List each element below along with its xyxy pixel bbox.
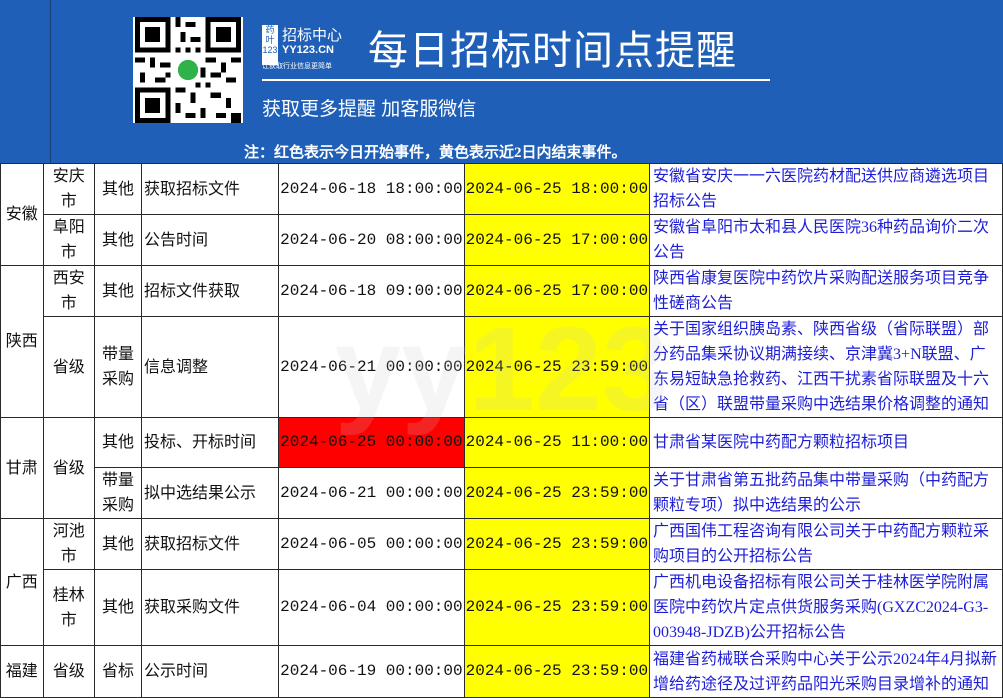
end-time-cell: 2024-06-25 23:59:00 [463,316,651,418]
province-cell: 甘肃 [0,417,44,519]
city-cell: 桂林市 [42,569,95,646]
type-cell: 省标 [93,645,142,698]
type-cell: 其他 [93,265,142,317]
end-time-cell: 2024-06-25 18:00:00 [463,163,651,215]
table-row: 带量采购 拟中选结果公示 2024-06-21 00:00:00 2024-06… [1,467,1003,519]
type-cell: 其他 [93,163,142,215]
end-time-cell: 2024-06-25 23:59:00 [463,645,651,698]
start-time-cell: 2024-06-21 00:00:00 [278,316,465,418]
start-time-cell: 2024-06-21 00:00:00 [278,467,465,519]
project-link[interactable]: 陕西省康复医院中药饮片采购配送服务项目竞争性磋商公告 [649,265,1003,317]
start-time-cell: 2024-06-25 00:00:00 [278,417,465,468]
start-time-cell: 2024-06-18 18:00:00 [278,163,465,215]
city-cell: 阜阳市 [42,214,95,266]
end-time-cell: 2024-06-25 17:00:00 [463,214,651,266]
city-cell: 安庆市 [42,163,95,215]
start-time-cell: 2024-06-04 00:00:00 [278,569,465,646]
province-cell: 广西 [0,518,44,646]
type-cell: 其他 [93,518,142,570]
table-row: 阜阳市 其他 公告时间 2024-06-20 08:00:00 2024-06-… [1,214,1003,266]
brand-slogan: 让获取行业信息更简单 [262,63,332,70]
province-cell: 安徽 [0,163,44,266]
start-time-cell: 2024-06-19 00:00:00 [278,645,465,698]
province-cell: 陕西 [0,265,44,418]
project-link[interactable]: 广西机电设备招标有限公司关于桂林医学院附属医院中药饮片定点供货服务采购(GXZC… [649,569,1003,646]
legend-note: 注：红色表示今日开始事件，黄色表示近2日内结束事件。 [244,145,627,161]
brand-domain: YY123.CN [282,44,334,56]
brand-name: 招标中心 [282,27,343,44]
start-time-cell: 2024-06-20 08:00:00 [278,214,465,266]
type-cell: 其他 [93,569,142,646]
table-row: 安徽 安庆市 其他 获取招标文件 2024-06-18 18:00:00 202… [0,163,1003,266]
end-time-cell: 2024-06-25 17:00:00 [463,265,651,317]
type-cell: 带量采购 [93,467,142,519]
table-row: 广西 河池市 其他 获取招标文件 2024-06-05 00:00:00 202… [0,518,1003,646]
project-link[interactable]: 关于国家组织胰岛素、陕西省级（省际联盟）部分药品集采协议期满接续、京津冀3+N联… [649,316,1003,418]
project-link[interactable]: 甘肃省某医院中药配方颗粒招标项目 [649,417,1003,468]
start-time-cell: 2024-06-05 00:00:00 [278,518,465,570]
end-time-cell: 2024-06-25 23:59:00 [463,569,651,646]
event-cell: 信息调整 [140,316,280,418]
city-cell: 河池市 [42,518,95,570]
event-cell: 获取招标文件 [140,518,280,570]
title-underline [262,79,770,81]
start-time-cell: 2024-06-18 09:00:00 [278,265,465,317]
type-cell: 其他 [93,417,142,468]
project-link[interactable]: 广西国伟工程咨询有限公司关于中药配方颗粒采购项目的公开招标公告 [649,518,1003,570]
end-time-cell: 2024-06-25 11:00:00 [463,417,651,468]
project-link[interactable]: 安徽省阜阳市太和县人民医院36种药品询价二次公告 [649,214,1003,266]
project-link[interactable]: 安徽省安庆一一六医院药材配送供应商遴选项目招标公告 [649,163,1003,215]
event-cell: 公告时间 [140,214,280,266]
end-time-cell: 2024-06-25 23:59:00 [463,518,651,570]
wechat-qr-code [133,17,243,123]
project-link[interactable]: 福建省药械联合采购中心关于公示2024年4月拟新增给药途径及过评药品阳光采购目录… [649,645,1003,698]
city-cell: 省级 [42,645,95,698]
header-divider [50,0,51,163]
table-row: 陕西 西安市 其他 招标文件获取 2024-06-18 09:00:00 202… [0,265,1003,418]
event-cell: 投标、开标时间 [140,417,280,468]
event-cell: 公示时间 [140,645,280,698]
city-cell: 省级 [42,316,95,418]
page-title: 每日招标时间点提醒 [368,29,737,73]
tender-table: 安徽 安庆市 其他 获取招标文件 2024-06-18 18:00:00 202… [0,163,1003,698]
province-cell: 福建 [0,645,44,698]
table-row: 福建 省级 省标 公示时间 2024-06-19 00:00:00 2024-0… [0,645,1003,698]
table-row: 省级 带量采购 信息调整 2024-06-21 00:00:00 2024-06… [1,316,1003,418]
project-link[interactable]: 关于甘肃省第五批药品集中带量采购（中药配方颗粒专项）拟中选结果的公示 [649,467,1003,519]
brand-badge: 药叶123 [262,25,278,65]
page-subtitle: 获取更多提醒 加客服微信 [262,99,477,120]
event-cell: 拟中选结果公示 [140,467,280,519]
city-cell: 西安市 [42,265,95,317]
header-banner: 药叶123 招标中心 YY123.CN 让获取行业信息更简单 每日招标时间点提醒… [0,0,1003,163]
type-cell: 其他 [93,214,142,266]
type-cell: 带量采购 [93,316,142,418]
end-time-cell: 2024-06-25 23:59:00 [463,467,651,519]
event-cell: 获取采购文件 [140,569,280,646]
table-row: 桂林市 其他 获取采购文件 2024-06-04 00:00:00 2024-0… [1,569,1003,646]
event-cell: 招标文件获取 [140,265,280,317]
event-cell: 获取招标文件 [140,163,280,215]
table-row: 甘肃 省级 其他 投标、开标时间 2024-06-25 00:00:00 202… [0,417,1003,519]
brand-logo: 药叶123 招标中心 YY123.CN 让获取行业信息更简单 [262,25,362,70]
city-cell: 省级 [42,417,95,519]
